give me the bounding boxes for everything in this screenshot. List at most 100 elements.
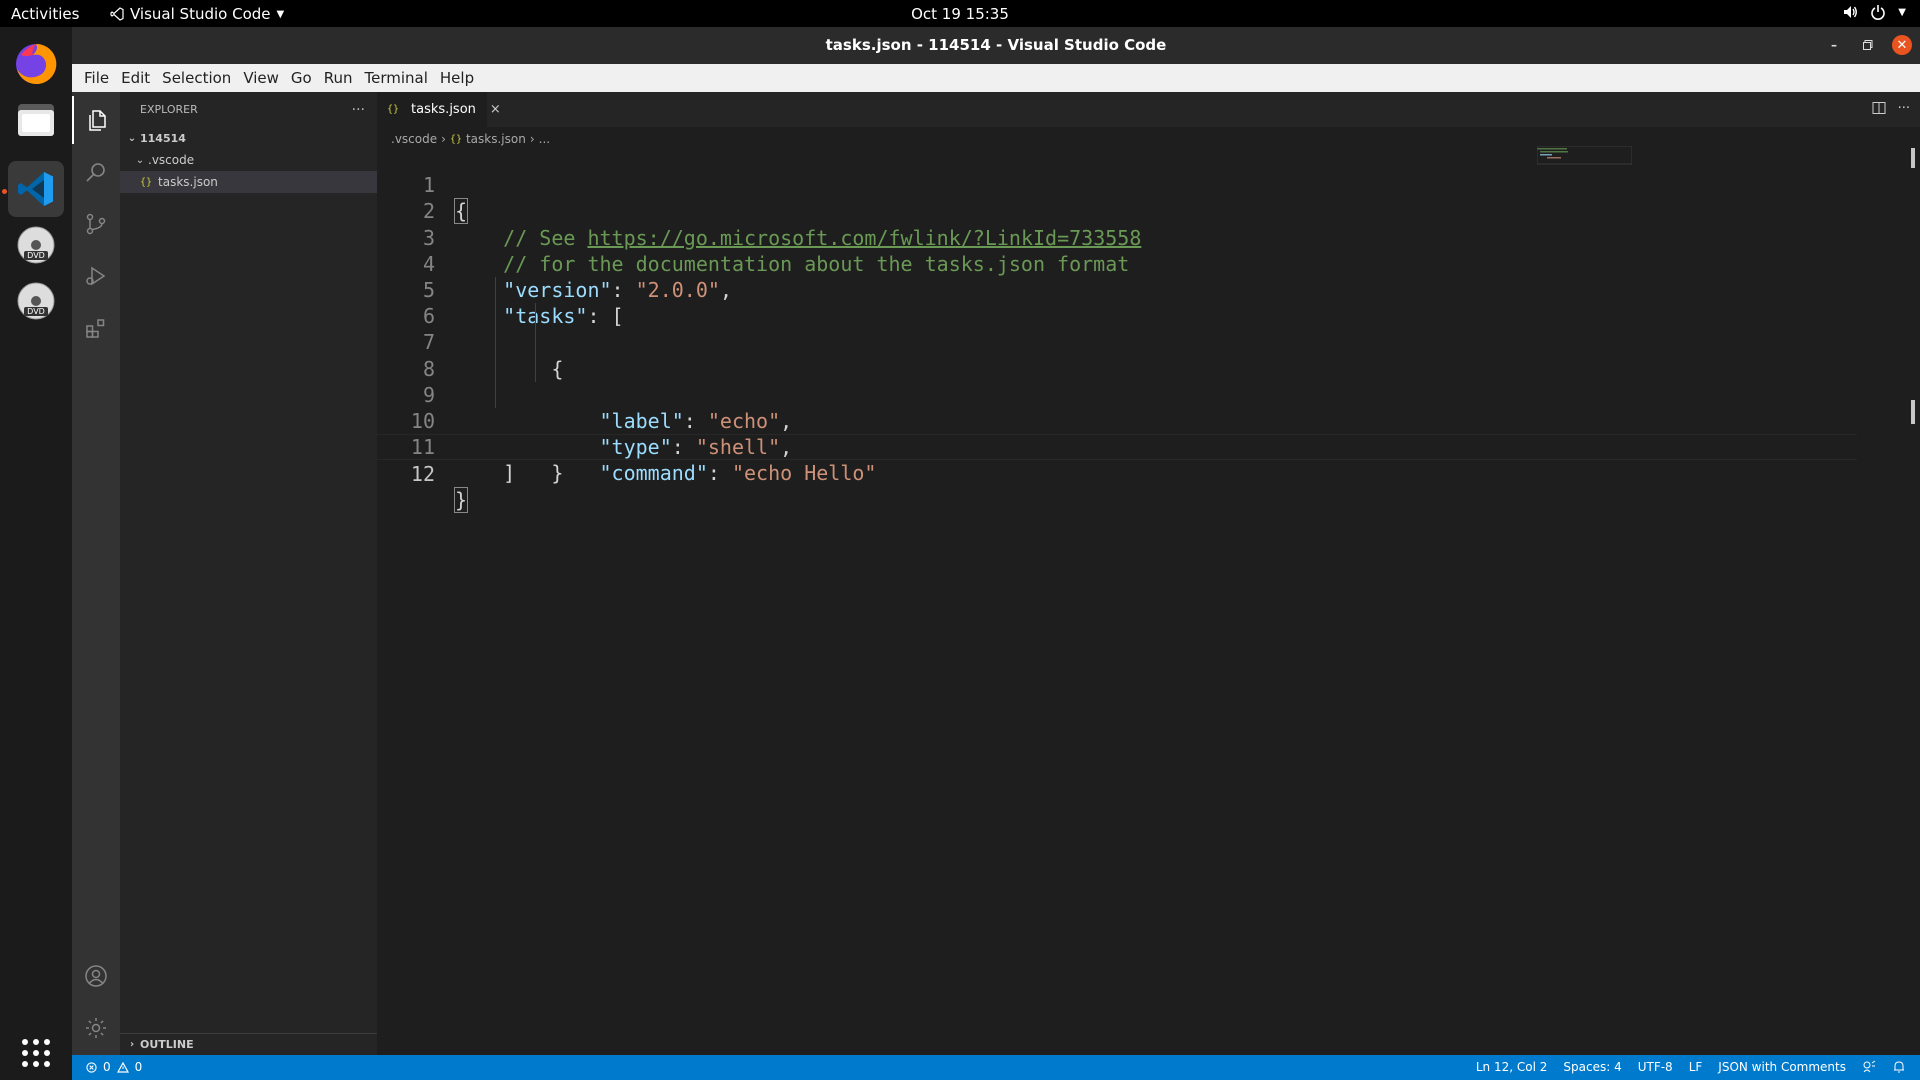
tray-caret-icon[interactable]: ▼: [1898, 7, 1906, 18]
code-editor[interactable]: 1 { 2 // See https://go.microsoft.com/fw…: [377, 146, 1857, 514]
tree-root-folder[interactable]: ⌄ 114514: [120, 127, 377, 149]
key-token: "command": [599, 461, 708, 486]
volume-icon[interactable]: [1842, 4, 1858, 20]
code-line: 3 // for the documentation about the tas…: [377, 198, 1857, 276]
indent-guide: [535, 329, 536, 356]
more-actions-icon[interactable]: ···: [1898, 101, 1910, 116]
search-icon: [86, 163, 105, 182]
split-editor-icon[interactable]: [1872, 101, 1886, 115]
menu-file[interactable]: File: [78, 69, 115, 87]
menu-run[interactable]: Run: [318, 69, 359, 87]
error-icon: [86, 1061, 97, 1073]
cursor-position[interactable]: Ln 12, Col 2: [1476, 1060, 1548, 1074]
brace-token: }: [453, 487, 469, 514]
title-bar[interactable]: tasks.json - 114514 - Visual Studio Code…: [72, 27, 1920, 64]
explorer-title: EXPLORER: [140, 103, 198, 116]
dvd-launcher[interactable]: DVD: [8, 217, 64, 273]
json-file-icon: {}: [140, 176, 153, 188]
restore-icon: [1863, 40, 1873, 50]
account-icon: [85, 965, 107, 987]
tree-file-tasks-json[interactable]: {} tasks.json: [120, 171, 377, 193]
breadcrumb-file[interactable]: tasks.json: [466, 132, 526, 146]
extensions-button[interactable]: [72, 304, 120, 352]
menu-selection[interactable]: Selection: [156, 69, 237, 87]
json-file-icon: {}: [449, 133, 462, 145]
code-line: 10 }: [377, 381, 1857, 485]
outline-section[interactable]: › OUTLINE: [120, 1033, 377, 1055]
gnome-top-bar: Activities Visual Studio Code ▼ Oct 19 1…: [0, 0, 1920, 27]
firefox-icon: [16, 43, 57, 84]
svg-text:DVD: DVD: [27, 307, 45, 316]
menu-terminal[interactable]: Terminal: [359, 69, 434, 87]
run-debug-button[interactable]: [72, 252, 120, 300]
files-launcher[interactable]: [8, 92, 64, 148]
tab-tasks-json[interactable]: {} tasks.json ×: [377, 92, 501, 127]
language-mode[interactable]: JSON with Comments: [1718, 1060, 1846, 1074]
line-number: 12: [410, 462, 435, 487]
dvd-launcher-2[interactable]: DVD: [8, 273, 64, 329]
breadcrumb-symbol[interactable]: ...: [539, 132, 550, 146]
gear-icon: [86, 1018, 106, 1038]
menu-edit[interactable]: Edit: [115, 69, 156, 87]
code-line-current: 12 }: [377, 434, 1857, 514]
json-file-icon: {}: [387, 104, 400, 115]
code-line: 5 "tasks": [: [377, 251, 1857, 328]
menu-go[interactable]: Go: [285, 69, 318, 87]
show-apps-button[interactable]: [8, 1025, 64, 1080]
ubuntu-dock: DVD DVD: [0, 27, 72, 1080]
vscode-launcher[interactable]: [8, 161, 64, 217]
dvd-icon: DVD: [17, 282, 55, 320]
editor-tabs: {} tasks.json × ···: [377, 92, 1920, 127]
source-control-button[interactable]: [72, 200, 120, 248]
code-line: 7 "label": "echo",: [377, 303, 1857, 433]
accounts-button[interactable]: [72, 952, 120, 1000]
activity-bar: [72, 92, 120, 1055]
firefox-launcher[interactable]: [8, 36, 64, 92]
bell-icon[interactable]: [1892, 1060, 1906, 1074]
punct-token: :: [707, 461, 732, 486]
brace-token: }: [551, 461, 564, 486]
menu-help[interactable]: Help: [434, 69, 480, 87]
minimize-button[interactable]: –: [1824, 35, 1844, 55]
warning-icon: [116, 1061, 129, 1073]
maximize-button[interactable]: [1858, 35, 1878, 55]
svg-text:DVD: DVD: [27, 251, 45, 260]
system-tray[interactable]: ▼: [1842, 4, 1906, 20]
breadcrumb-folder[interactable]: .vscode: [391, 132, 437, 146]
dvd-icon: DVD: [17, 226, 55, 264]
close-button[interactable]: ✕: [1892, 35, 1912, 55]
files-explorer-icon: [89, 110, 106, 131]
power-icon[interactable]: [1870, 4, 1886, 20]
problems-indicator[interactable]: 0 0: [86, 1060, 142, 1074]
explorer-button[interactable]: [72, 96, 120, 144]
minimap[interactable]: [1537, 146, 1632, 166]
feedback-icon[interactable]: [1862, 1060, 1876, 1074]
indent-guide: [495, 381, 496, 408]
running-indicator: [2, 189, 7, 194]
error-count: 0: [103, 1060, 111, 1074]
search-view-button[interactable]: [72, 148, 120, 196]
end-of-line[interactable]: LF: [1689, 1060, 1703, 1074]
code-line: 2 // See https://go.microsoft.com/fwlink…: [377, 172, 1857, 249]
editor-actions: ···: [1872, 101, 1910, 116]
run-debug-icon: [86, 266, 106, 286]
clock[interactable]: Oct 19 15:35: [0, 5, 1920, 23]
code-line: 11 ]: [377, 408, 1857, 485]
status-right-items: Ln 12, Col 2 Spaces: 4 UTF-8 LF JSON wit…: [1476, 1060, 1906, 1074]
encoding[interactable]: UTF-8: [1638, 1060, 1673, 1074]
manage-button[interactable]: [72, 1004, 120, 1052]
indent-guide: [495, 276, 496, 304]
code-text: }: [453, 487, 469, 514]
explorer-more-actions[interactable]: ···: [352, 102, 365, 118]
source-control-icon: [86, 213, 106, 235]
vscode-icon: [18, 172, 53, 206]
warning-count: 0: [134, 1060, 143, 1074]
code-line: 8 "type": "shell",: [377, 329, 1857, 459]
root-folder-label: 114514: [140, 131, 186, 145]
tree-folder-vscode[interactable]: ⌄ .vscode: [120, 149, 377, 171]
tab-close-icon[interactable]: ×: [490, 102, 501, 117]
scrollbar-thumb[interactable]: [1911, 148, 1915, 168]
indentation[interactable]: Spaces: 4: [1563, 1060, 1621, 1074]
explorer-sidebar: EXPLORER ··· ⌄ 114514 ⌄ .vscode {} tasks…: [120, 92, 377, 1055]
menu-view[interactable]: View: [237, 69, 285, 87]
